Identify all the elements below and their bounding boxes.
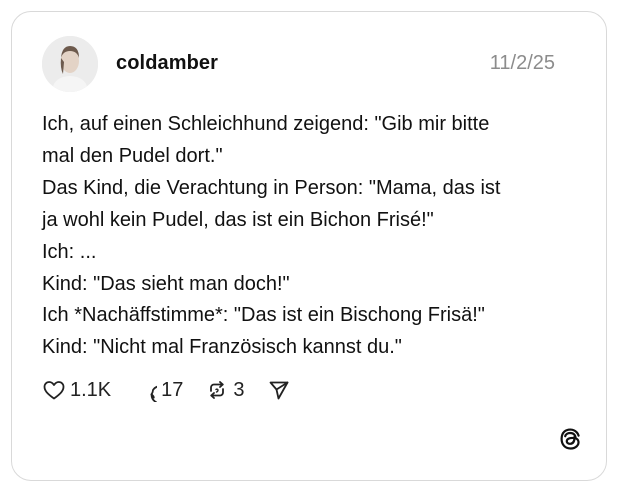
share-button[interactable] (267, 378, 291, 402)
avatar-image (42, 36, 98, 92)
repost-button[interactable]: 3 (205, 378, 245, 402)
post-line: ja wohl kein Pudel, das ist ein Bichon F… (42, 208, 434, 231)
action-bar: 1.1K 17 3 (42, 376, 313, 404)
post-line: Ich, auf einen Schleichhund zeigend: "Gi… (42, 113, 490, 135)
post-date: 11/2/25 (489, 52, 555, 74)
like-button[interactable]: 1.1K (42, 378, 111, 402)
repost-count: 3 (233, 379, 245, 401)
heart-icon (42, 378, 66, 402)
repost-icon (205, 378, 229, 402)
like-count: 1.1K (70, 379, 112, 401)
reply-count: 17 (161, 379, 184, 401)
post-body: Ich, auf einen Schleichhund zeigend: "Gi… (42, 109, 582, 364)
post-line: Ich *Nachäffstimme*: "Das ist ein Bischo… (42, 304, 485, 327)
reply-button[interactable]: 17 (133, 378, 183, 402)
comment-icon (133, 378, 158, 402)
post-line: Kind: "Das sieht man doch!" (42, 272, 290, 295)
threads-logo-icon (557, 426, 583, 452)
post-line: mal den Pudel dort." (42, 144, 223, 167)
post-line: Das Kind, die Verachtung in Person: "Mam… (42, 176, 501, 199)
post-line: Kind: "Nicht mal Französisch kannst du." (42, 336, 402, 359)
post-line: Ich: ... (42, 240, 97, 263)
send-icon (267, 378, 291, 402)
username[interactable]: coldamber (116, 50, 218, 76)
avatar[interactable] (42, 36, 98, 92)
